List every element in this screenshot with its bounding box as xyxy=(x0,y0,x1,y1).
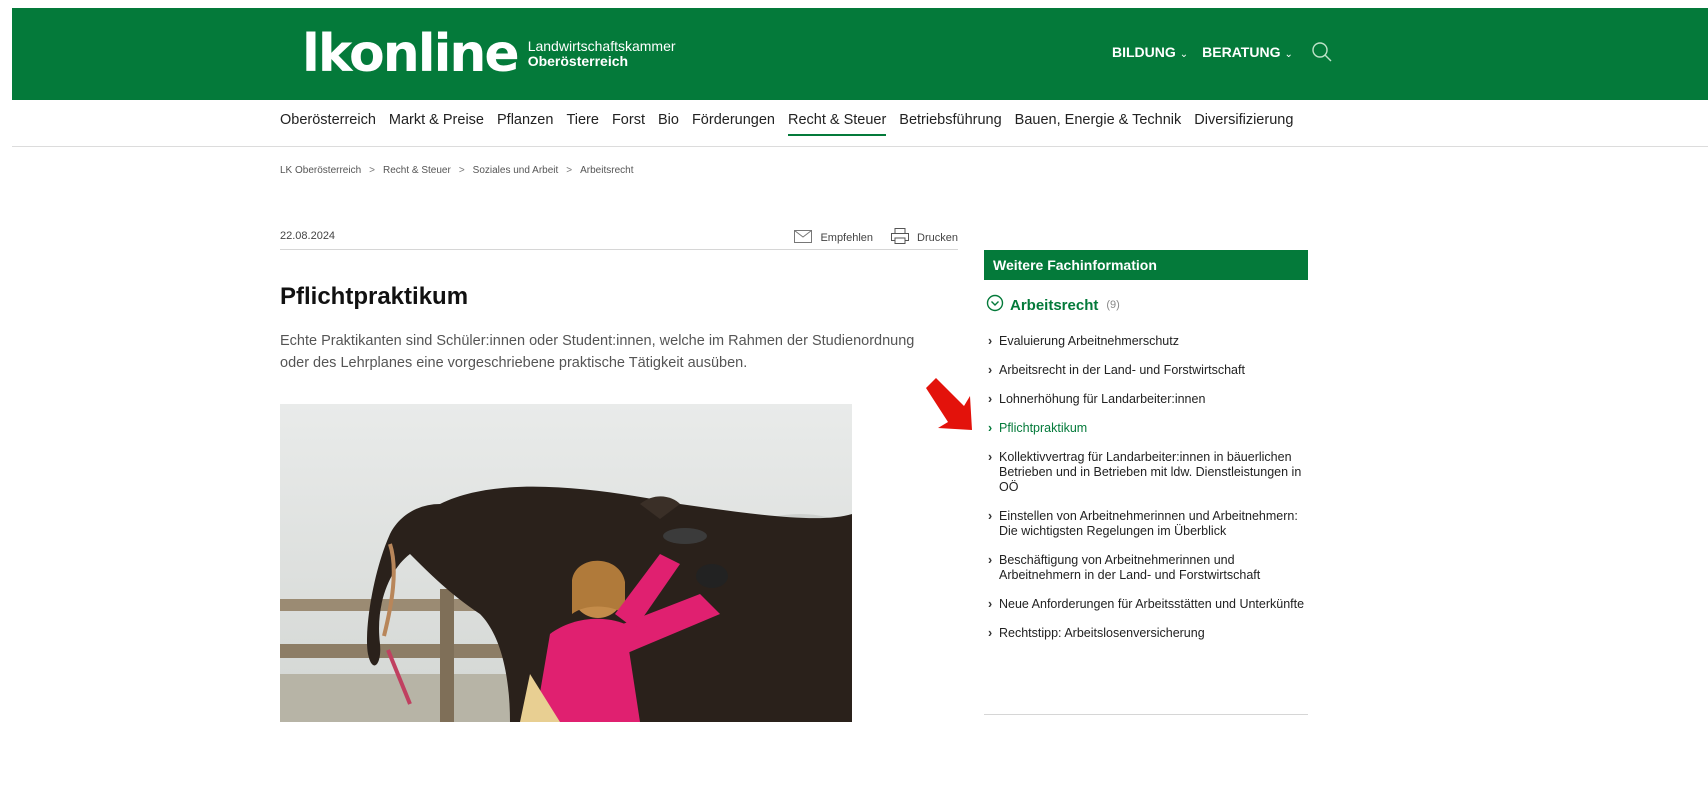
sidebar-item-einstellen[interactable]: Einstellen von Arbeitnehmerinnen und Arb… xyxy=(988,509,1308,539)
chevron-down-icon: ⌄ xyxy=(1284,49,1293,60)
circle-chevron-down-icon xyxy=(986,294,1004,316)
recommend-button[interactable]: Empfehlen xyxy=(794,229,874,246)
breadcrumb-separator: > xyxy=(369,165,375,176)
article-lead: Echte Praktikanten sind Schüler:innen od… xyxy=(280,333,915,371)
sidebar-heading: Weitere Fachinformation xyxy=(984,250,1308,280)
logo-wordmark: lkonline xyxy=(302,24,520,84)
sidebar-item-anforderungen[interactable]: Neue Anforderungen für Arbeitsstätten un… xyxy=(988,597,1308,612)
breadcrumb-separator: > xyxy=(566,165,573,176)
nav-divider xyxy=(12,146,1708,147)
top-nav-bildung[interactable]: BILDUNG ⌄ xyxy=(1112,44,1188,60)
nav-item-markt-preise[interactable]: Markt & Preise xyxy=(389,112,484,136)
chevron-down-icon: ⌄ xyxy=(1179,49,1189,60)
sidebar-list: Evaluierung Arbeitnehmerschutz Arbeitsre… xyxy=(988,334,1308,655)
sidebar-item-lohnerhoehung[interactable]: Lohnerhöhung für Landarbeiter:innen xyxy=(988,392,1308,407)
breadcrumb-item[interactable]: Recht & Steuer xyxy=(383,165,451,176)
logo-line-1: Landwirtschaftskammer xyxy=(527,38,676,54)
search-icon[interactable] xyxy=(1311,41,1333,63)
sidebar-item-kollektivvertrag[interactable]: Kollektivvertrag für Landarbeiter:innen … xyxy=(988,450,1308,495)
recommend-label: Empfehlen xyxy=(820,231,874,244)
breadcrumb-item[interactable]: LK Oberösterreich xyxy=(280,165,361,176)
top-nav: BILDUNG ⌄ BERATUNG ⌄ xyxy=(1112,41,1333,63)
nav-item-betriebsfuehrung[interactable]: Betriebsführung xyxy=(899,112,1001,136)
print-label: Drucken xyxy=(917,231,958,244)
red-arrow-icon xyxy=(918,374,978,434)
nav-item-pflanzen[interactable]: Pflanzen xyxy=(497,112,553,136)
breadcrumb: LK Oberösterreich > Recht & Steuer > Soz… xyxy=(280,165,633,176)
top-nav-label: BERATUNG xyxy=(1202,44,1281,60)
nav-item-oberoesterreich[interactable]: Oberösterreich xyxy=(280,112,376,136)
sidebar-item-pflichtpraktikum[interactable]: Pflichtpraktikum xyxy=(988,421,1308,436)
article-image xyxy=(280,404,852,722)
nav-item-tiere[interactable]: Tiere xyxy=(566,112,599,136)
logo-line-2: Oberösterreich xyxy=(527,53,629,69)
nav-item-diversifizierung[interactable]: Diversifizierung xyxy=(1194,112,1293,136)
site-logo[interactable]: lkonline Landwirtschaftskammer Oberöster… xyxy=(302,28,676,80)
nav-item-bio[interactable]: Bio xyxy=(658,112,679,136)
sidebar-divider xyxy=(984,714,1308,715)
sidebar-category-label: Arbeitsrecht xyxy=(1010,296,1099,314)
envelope-icon xyxy=(794,229,813,246)
site-header: lkonline Landwirtschaftskammer Oberöster… xyxy=(12,8,1708,100)
main-nav: Oberösterreich Markt & Preise Pflanzen T… xyxy=(280,112,1293,136)
sidebar-category-count: (9) xyxy=(1106,299,1120,311)
sidebar-item-arbeitsrecht-land-forst[interactable]: Arbeitsrecht in der Land- und Forstwirts… xyxy=(988,363,1308,378)
page-title: Pflichtpraktikum xyxy=(280,283,469,310)
top-nav-beratung[interactable]: BERATUNG ⌄ xyxy=(1202,44,1293,60)
sidebar-item-evaluierung[interactable]: Evaluierung Arbeitnehmerschutz xyxy=(988,334,1308,349)
print-button[interactable]: Drucken xyxy=(891,228,958,247)
article-date: 22.08.2024 xyxy=(280,230,336,242)
sidebar-category-toggle[interactable]: Arbeitsrecht (9) xyxy=(986,294,1120,316)
nav-item-foerderungen[interactable]: Förderungen xyxy=(692,112,775,136)
printer-icon xyxy=(891,228,910,247)
nav-item-bauen-energie-technik[interactable]: Bauen, Energie & Technik xyxy=(1015,112,1182,136)
sidebar-item-rechtstipp[interactable]: Rechtstipp: Arbeitslosenversicherung xyxy=(988,626,1308,641)
article-meta: 22.08.2024 Empfehlen Drucken xyxy=(280,228,958,250)
breadcrumb-item[interactable]: Soziales und Arbeit xyxy=(473,165,559,176)
article-actions: Empfehlen Drucken xyxy=(794,228,958,247)
logo-subtitle: Landwirtschaftskammer Oberösterreich xyxy=(528,39,676,69)
nav-item-forst[interactable]: Forst xyxy=(612,112,645,136)
top-nav-label: BILDUNG xyxy=(1112,44,1176,60)
breadcrumb-item[interactable]: Arbeitsrecht xyxy=(580,165,633,176)
nav-item-recht-steuer[interactable]: Recht & Steuer xyxy=(787,112,887,136)
sidebar-item-beschaeftigung[interactable]: Beschäftigung von Arbeitnehmerinnen und … xyxy=(988,553,1308,583)
breadcrumb-separator: > xyxy=(458,165,465,176)
